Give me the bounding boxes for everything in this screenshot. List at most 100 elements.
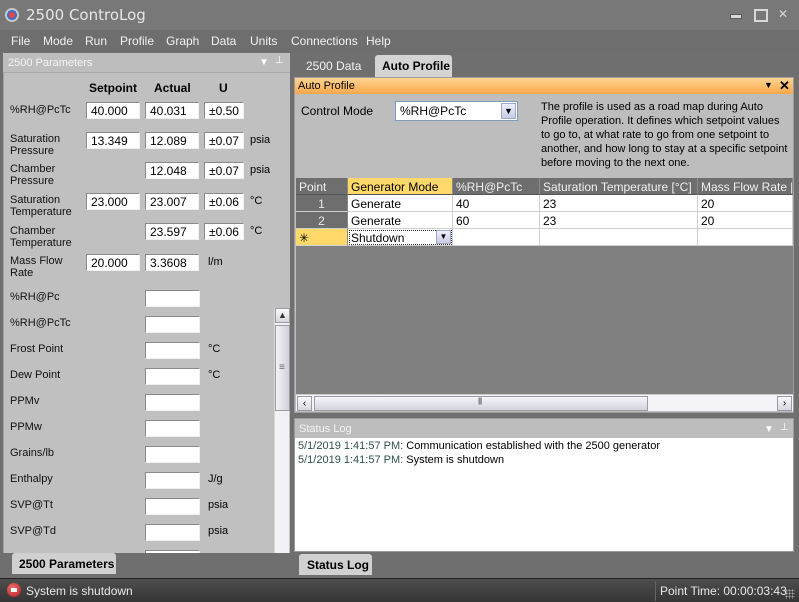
actual-field: 12.048 (145, 162, 199, 179)
cell-mass-flow[interactable] (698, 229, 793, 246)
column-header-generator-mode[interactable]: Generator Mode (348, 178, 453, 195)
chevron-down-icon[interactable]: ▼ (436, 230, 451, 244)
uncertainty-field: ±0.07 (204, 162, 244, 179)
status-divider (655, 581, 656, 601)
control-mode-value: %RH@PcTc (400, 104, 467, 118)
log-timestamp: 5/1/2019 1:41:57 PM: (298, 454, 404, 466)
menu-bar: File Mode Run Profile Graph Data Units C… (0, 30, 799, 52)
cell-sat-temp[interactable]: 23 (540, 195, 698, 212)
column-header-sat-temp[interactable]: Saturation Temperature [°C] (540, 178, 698, 195)
param-label: Saturation Temperature (10, 194, 72, 218)
row-header[interactable]: 1 (296, 195, 348, 212)
parameters-panel-title: 2500 Parameters (8, 57, 93, 69)
table-row[interactable]: 2 Generate 60 23 20 (296, 212, 793, 229)
cell-rh[interactable] (453, 229, 540, 246)
uncertainty-field: ±0.07 (204, 132, 244, 149)
derived-field (145, 472, 200, 489)
minimize-button[interactable] (728, 8, 742, 20)
menu-help[interactable]: Help (366, 34, 391, 48)
setpoint-field[interactable]: 40.000 (86, 102, 140, 119)
panel-menu-icon[interactable]: ▼ (764, 424, 774, 435)
maximize-button[interactable] (752, 8, 768, 22)
derived-field (145, 550, 200, 553)
pin-icon[interactable]: ⊥ (780, 422, 789, 433)
tab-2500-parameters[interactable]: 2500 Parameters (12, 553, 116, 574)
menu-run[interactable]: Run (85, 34, 107, 48)
actual-field: 23.007 (145, 193, 199, 210)
scroll-right-icon[interactable]: › (777, 396, 792, 411)
derived-field (145, 498, 200, 515)
scroll-up-icon[interactable]: ▲ (275, 308, 290, 323)
actual-field: 12.089 (145, 132, 199, 149)
menu-data[interactable]: Data (211, 34, 236, 48)
panel-menu-icon[interactable]: ▼ (764, 80, 773, 90)
param-label: %RH@PcTc (10, 104, 71, 116)
actual-field: 23.597 (145, 223, 199, 240)
derived-field (145, 420, 200, 437)
derived-label: PPMw (10, 421, 42, 433)
derived-label: SVP@Tt (10, 499, 53, 511)
cell-mass-flow[interactable]: 20 (698, 195, 793, 212)
derived-field (145, 524, 200, 541)
cell-rh[interactable]: 60 (453, 212, 540, 229)
scroll-thumb[interactable] (275, 325, 290, 411)
menu-connections[interactable]: Connections (291, 34, 358, 48)
derived-label: %RH@PcTc (10, 317, 71, 329)
document-tabs: 2500 Data Auto Profile (293, 53, 799, 77)
unit-label: °C (250, 225, 263, 237)
control-mode-label: Control Mode (301, 104, 374, 118)
control-mode-select[interactable]: %RH@PcTc ▼ (395, 101, 518, 121)
menu-profile[interactable]: Profile (120, 34, 154, 48)
cell-generator-mode[interactable]: Generate (348, 195, 453, 212)
unit-label: °C (208, 343, 221, 355)
setpoint-field[interactable]: 23.000 (86, 193, 140, 210)
menu-graph[interactable]: Graph (166, 34, 199, 48)
row-header[interactable]: 2 (296, 212, 348, 229)
derived-label: Grains/lb (10, 447, 55, 459)
menu-mode[interactable]: Mode (43, 34, 73, 48)
close-icon[interactable]: ✕ (779, 78, 790, 94)
close-button[interactable]: ✕ (776, 8, 790, 20)
derived-label: SVP@Td (10, 525, 57, 537)
auto-profile-header: Auto Profile ▼ ✕ (295, 78, 793, 94)
column-header-rh[interactable]: %RH@PcTc (453, 178, 540, 195)
column-header-point[interactable]: Point (296, 178, 348, 195)
cell-rh[interactable]: 40 (453, 195, 540, 212)
scroll-thumb[interactable] (314, 396, 648, 411)
vertical-scrollbar[interactable]: ▲ ▼ (274, 308, 290, 553)
title-bar: 2500 ControLog ✕ (0, 0, 799, 30)
menu-file[interactable]: File (11, 34, 30, 48)
unit-label: l/m (208, 256, 223, 268)
cell-sat-temp[interactable]: 23 (540, 212, 698, 229)
derived-field (145, 316, 200, 333)
unit-label: °C (208, 369, 221, 381)
resize-grip-icon[interactable] (785, 589, 795, 599)
cell-mass-flow[interactable]: 20 (698, 212, 793, 229)
pin-icon[interactable]: ⊥ (275, 55, 284, 66)
cell-sat-temp[interactable] (540, 229, 698, 246)
cell-generator-mode[interactable]: Generate (348, 212, 453, 229)
scroll-left-icon[interactable]: ‹ (297, 396, 312, 411)
point-time: Point Time: 00:00:03:43 (660, 584, 787, 598)
parameters-body: Setpoint Actual U %RH@PcTc 40.000 40.031… (3, 73, 290, 553)
horizontal-scrollbar[interactable]: ‹ › (296, 394, 793, 411)
tab-auto-profile[interactable]: Auto Profile (375, 55, 452, 77)
new-row[interactable]: ✳ Shutdown ▼ (296, 229, 793, 246)
chevron-down-icon[interactable]: ▼ (501, 103, 516, 119)
app-icon (5, 8, 19, 22)
tab-status-log[interactable]: Status Log (299, 554, 372, 575)
menu-units[interactable]: Units (250, 34, 277, 48)
table-row[interactable]: 1 Generate 40 23 20 (296, 195, 793, 212)
actual-field: 3.3608 (145, 254, 199, 271)
setpoint-field[interactable]: 20.000 (86, 254, 140, 271)
tab-2500-data[interactable]: 2500 Data (306, 59, 361, 73)
panel-menu-icon[interactable]: ▼ (259, 57, 269, 68)
setpoint-field[interactable]: 13.349 (86, 132, 140, 149)
unit-label: psia (208, 525, 229, 537)
derived-label: Dew Point (10, 369, 61, 381)
generator-mode-dropdown[interactable]: Shutdown ▼ (348, 229, 453, 246)
log-entry: 5/1/2019 1:41:57 PM: Communication estab… (298, 440, 660, 452)
generator-mode-value: Shutdown (351, 231, 405, 245)
param-label: Mass Flow Rate (10, 255, 63, 279)
column-header-mass-flow[interactable]: Mass Flow Rate [l/m] (698, 178, 793, 195)
